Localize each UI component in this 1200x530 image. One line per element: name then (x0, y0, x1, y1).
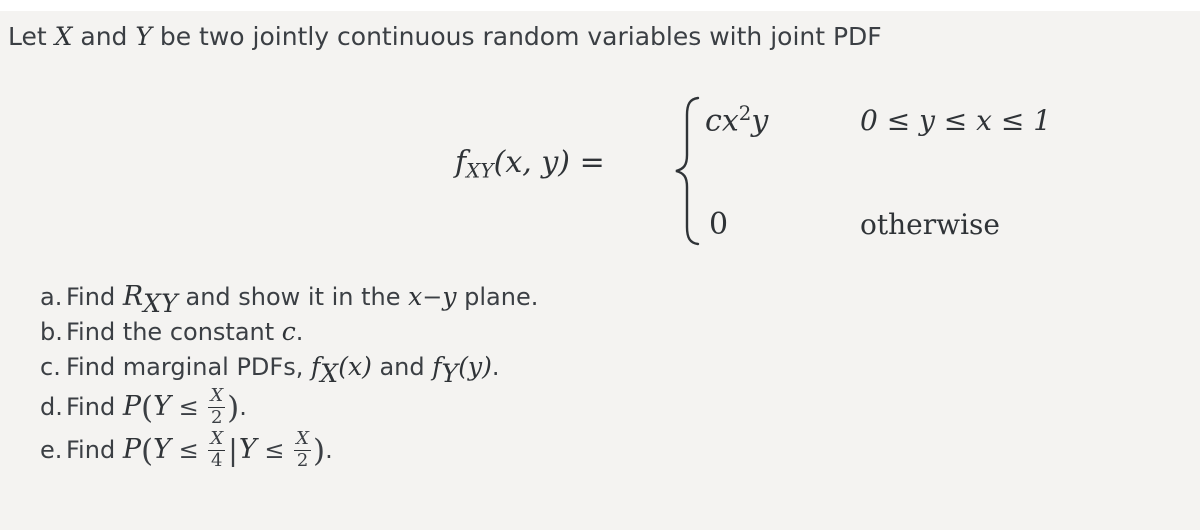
question-c-fx-symbol: f (310, 352, 321, 381)
question-d-text-1: Find (66, 393, 123, 421)
question-c-fy-subscript: Y (441, 359, 459, 388)
joint-pdf-formula: fXY(x, y) = cx2y 0 ≤ y ≤ x ≤ 1 0 otherwi… (0, 89, 1200, 254)
question-e-label: e. (40, 436, 63, 464)
question-d-less-equal: ≤ (178, 393, 199, 421)
question-b-text-1: Find the constant (66, 318, 282, 346)
formula-f-arguments: (x, y) (493, 145, 571, 180)
question-c-text-3: . (491, 353, 500, 381)
question-d-variable-y: Y (153, 391, 171, 422)
case-2-condition-text: otherwise (860, 208, 1000, 241)
case-1-condition: 0 ≤ y ≤ x ≤ 1 (860, 104, 1051, 137)
question-c-text-2: and (371, 353, 433, 381)
page-root: Let X and Y be two jointly continuous ra… (0, 0, 1200, 530)
question-c-label: c. (40, 353, 61, 381)
intro-text-between: and (72, 22, 136, 51)
case-2-expression: 0 (709, 207, 728, 242)
question-e-fraction-1: X4 (208, 428, 226, 471)
question-a-variable-y: y (442, 282, 457, 311)
case-1-condition-text: 0 ≤ y ≤ x ≤ 1 (860, 104, 1052, 137)
question-c-fy-argument: (y) (458, 352, 492, 381)
question-a-text-1: Find (66, 283, 123, 311)
cases-brace (672, 95, 702, 247)
question-c-fx-subscript: X (320, 359, 339, 388)
question-item-a: a. Find RXY and show it in the x−y plane. (40, 279, 1140, 318)
question-b-label: b. (40, 318, 63, 346)
case-1-variable-y: y (751, 103, 769, 139)
question-d-label: d. (40, 393, 63, 421)
question-d-text-2: . (239, 393, 247, 421)
intro-variable-y: Y (135, 22, 152, 51)
formula-left-hand-side: fXY(x, y) = (455, 145, 605, 183)
question-a-text-2: and show it in the (177, 283, 409, 311)
question-e-less-equal: ≤ (178, 436, 199, 464)
case-1-expression: cx2y (705, 102, 768, 138)
question-d-open-paren: ( (140, 390, 154, 427)
question-item-c: c. Find marginal PDFs, fX(x) and fY(y). (40, 348, 1140, 388)
intro-variable-x: X (54, 22, 73, 51)
case-2-condition: otherwise (860, 208, 1000, 241)
question-a-region-subscript: XY (143, 289, 178, 318)
case-1-variable-x: x (721, 103, 739, 139)
question-e-open-paren: ( (140, 433, 154, 470)
question-e-probability-symbol: P (122, 434, 141, 465)
question-e-fraction-2-numerator: X (296, 428, 309, 450)
question-e-fraction-1-numerator: X (210, 428, 224, 450)
question-c-fx-argument: (x) (338, 352, 372, 381)
question-b-constant-c: c (281, 317, 296, 346)
case-2-value-zero: 0 (709, 207, 729, 242)
question-c-fy-symbol: f (432, 352, 442, 381)
question-e-fraction-1-denominator: 4 (211, 449, 223, 471)
question-e-close-paren: ) (312, 433, 326, 470)
question-a-variable-x: x (408, 282, 423, 311)
question-d-fraction-numerator: X (210, 385, 224, 407)
question-d-close-paren: ) (227, 390, 240, 427)
question-e-conditional-bar: | (228, 433, 238, 468)
question-e-variable-y-2: Y (238, 434, 257, 465)
intro-text-before: Let (8, 22, 55, 51)
intro-sentence: Let X and Y be two jointly continuous ra… (8, 22, 882, 52)
formula-f-subscript: XY (466, 159, 494, 183)
intro-text-after: be two jointly continuous random variabl… (151, 22, 882, 51)
question-item-d: d. Find P(Y ≤ X 2). (40, 386, 1140, 428)
question-c-text-1: Find marginal PDFs, (66, 353, 311, 381)
question-item-b: b. Find the constant c. (40, 315, 1140, 348)
question-b-text-2: . (295, 318, 304, 346)
question-a-label: a. (40, 283, 63, 311)
question-e-less-equal-2: ≤ (264, 436, 285, 464)
formula-equals-sign: = (579, 145, 605, 180)
question-item-e: e. Find P(Y ≤ X 4 |Y ≤ X 2). (40, 428, 1140, 472)
question-d-probability-symbol: P (122, 391, 141, 422)
formula-f-symbol: f (455, 145, 467, 180)
question-e-text-2: . (325, 436, 333, 464)
case-1-exponent: 2 (738, 102, 752, 125)
question-e-variable-y: Y (153, 434, 171, 465)
question-a-text-3: plane. (456, 283, 539, 311)
question-e-fraction-2: X2 (294, 428, 311, 471)
question-d-fraction: X2 (208, 385, 226, 428)
question-e-text-1: Find (66, 436, 123, 464)
question-d-fraction-denominator: 2 (211, 406, 223, 428)
question-e-fraction-2-denominator: 2 (296, 449, 309, 471)
problem-panel: Let X and Y be two jointly continuous ra… (0, 11, 1200, 530)
question-a-minus-operator: − (422, 283, 443, 311)
question-a-region-symbol: R (122, 281, 144, 312)
case-1-constant-c: c (705, 103, 722, 139)
question-list: a. Find RXY and show it in the x−y plane.… (40, 279, 1140, 472)
